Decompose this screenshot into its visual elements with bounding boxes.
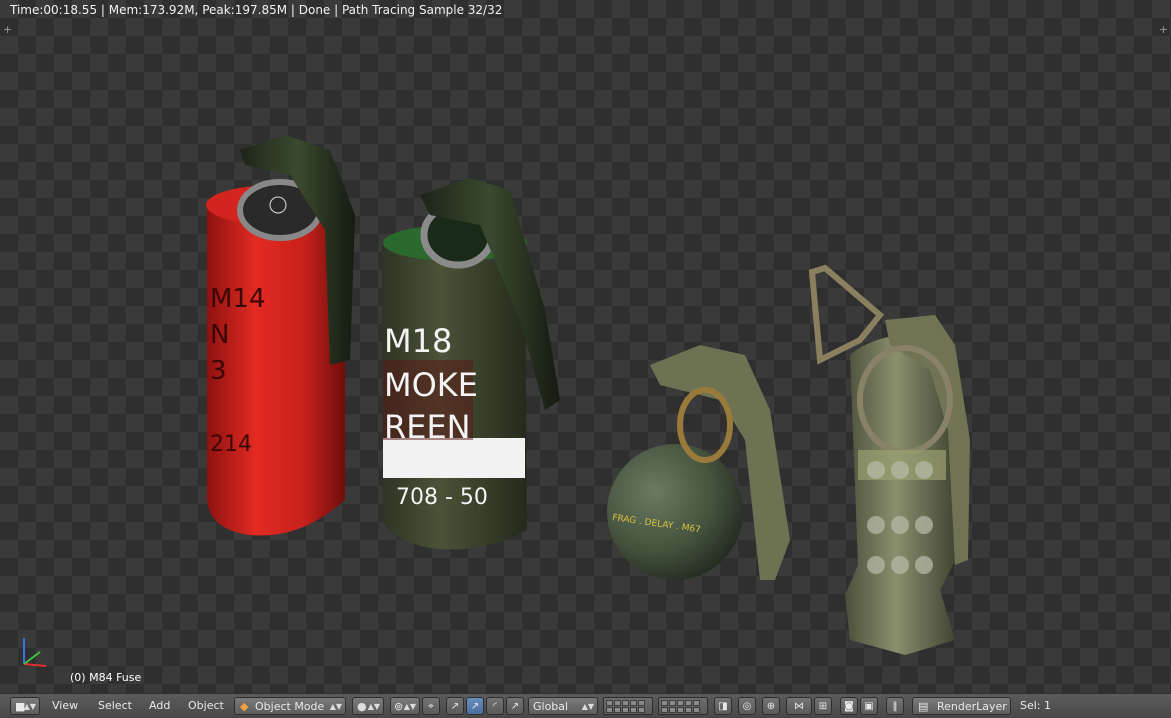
chevron-down-icon: ▲▼ (581, 702, 594, 711)
translate-icon[interactable]: ↗ (446, 697, 464, 715)
lock-camera-icon[interactable]: ↗ (506, 697, 524, 715)
object-menu[interactable]: Object (184, 697, 228, 715)
snap-element-icon[interactable]: ⊞ (814, 697, 832, 715)
editor-type-dropdown[interactable]: ■ ▲▼ (10, 697, 40, 715)
opengl-render-icon[interactable]: ▣ (860, 697, 878, 715)
proportional-edit-icon[interactable]: ◎ (738, 697, 756, 715)
chevron-down-icon: ▲▼ (367, 702, 380, 711)
smoke-label-line-3: REEN (384, 408, 471, 446)
opengl-animation-icon[interactable]: ‖ (886, 697, 904, 715)
m67-frag-grenade: FRAG . DELAY . M67 (607, 345, 790, 580)
mode-dropdown[interactable]: ◆ Object Mode ▲▼ (234, 697, 346, 715)
render-layer-label: RenderLayer (937, 700, 1007, 713)
3d-viewport[interactable]: Time:00:18.55 | Mem:173.92M, Peak:197.85… (0, 0, 1171, 693)
pivot-point-dropdown[interactable]: ⊚ ▲▼ (390, 697, 420, 715)
red-label-line-4: 214 (210, 432, 252, 457)
snap-icon[interactable]: ⊕ (762, 697, 780, 715)
snap-target-icon[interactable]: ⋈ (786, 697, 812, 715)
mode-label: Object Mode (255, 700, 325, 713)
rendered-scene: M14 N 3 214 M18 MOKE REEN 708 - 50 FRAG … (206, 135, 970, 655)
chevron-down-icon: ▲▼ (23, 702, 36, 711)
red-label-line-3: 3 (210, 356, 227, 386)
manipulator-icon[interactable]: ⌖ (422, 697, 440, 715)
render-preview-icon[interactable]: ◙ (840, 697, 858, 715)
object-mode-icon: ◆ (240, 700, 249, 713)
smoke-label-line-2: MOKE (384, 366, 478, 404)
scene-layers-group-2[interactable] (658, 697, 708, 715)
viewport-header: ■ ▲▼ View Select Add Object ◆ Object Mod… (0, 693, 1171, 718)
red-label-line-1: M14 (210, 284, 266, 314)
smoke-label-line-1: M18 (384, 322, 452, 360)
pivot-point-icon: ⊚ (394, 700, 404, 713)
render-layer-dropdown[interactable]: ▤ RenderLayer (912, 697, 1011, 715)
viewport-shading-dropdown[interactable]: ● ▲▼ (352, 697, 384, 715)
chevron-down-icon: ▲▼ (403, 702, 416, 711)
view-menu[interactable]: View (48, 697, 82, 715)
orientation-label: Global (533, 700, 569, 713)
chevron-down-icon: ▲▼ (329, 702, 342, 711)
m84-flashbang (808, 264, 970, 655)
selection-count: Sel: 1 (1020, 699, 1052, 712)
red-m14-grenade: M14 N 3 214 (206, 135, 355, 536)
axis-gizmo-icon (23, 638, 47, 667)
add-menu[interactable]: Add (145, 697, 174, 715)
scene-layers-group-1[interactable] (603, 697, 653, 715)
render-layer-icon: ▤ (918, 700, 929, 713)
smoke-label-line-4: 708 - 50 (396, 485, 488, 510)
viewport-shading-icon: ● (357, 700, 367, 713)
rotate-icon[interactable]: ↗ (466, 697, 484, 715)
orientation-dropdown[interactable]: Global ▲▼ (528, 697, 598, 715)
red-label-line-2: N (210, 320, 229, 350)
m18-smoke-grenade: M18 MOKE REEN 708 - 50 (382, 178, 560, 550)
layer-lock-icon[interactable]: ◨ (714, 697, 732, 715)
select-menu[interactable]: Select (94, 697, 136, 715)
active-object-label: (0) M84 Fuse (70, 671, 142, 684)
scale-icon[interactable]: ◜ (486, 697, 504, 715)
